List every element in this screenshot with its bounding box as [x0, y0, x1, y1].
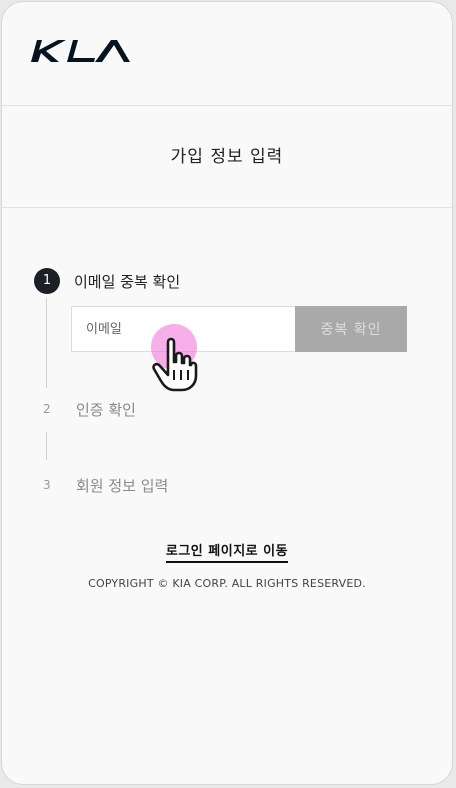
step-1-indicator: 1	[34, 268, 60, 294]
kia-logo[interactable]	[29, 38, 141, 64]
header	[2, 2, 452, 106]
pointer-hand-icon	[152, 337, 198, 392]
login-page-link-wrap: 로그인 페이지로 이동	[2, 540, 452, 563]
page-title: 가입 정보 입력	[170, 147, 284, 167]
step-3-number: 3	[43, 478, 51, 492]
step-1-label: 이메일 중복 확인	[74, 273, 181, 291]
step-connector-line	[46, 298, 47, 388]
page-title-bar: 가입 정보 입력	[2, 106, 452, 208]
copyright-text: COPYRIGHT © KIA CORP. ALL RIGHTS RESERVE…	[88, 577, 366, 590]
login-page-link[interactable]: 로그인 페이지로 이동	[165, 544, 289, 563]
step-2-label: 인증 확인	[76, 401, 136, 419]
step-2-number: 2	[43, 402, 51, 416]
app-frame: 가입 정보 입력 1 이메일 중복 확인 중복 확인 2 인증 확인 3 회원 …	[1, 1, 453, 785]
step-3-label: 회원 정보 입력	[76, 477, 169, 495]
duplicate-check-button[interactable]: 중복 확인	[295, 306, 407, 352]
step-connector-line	[46, 432, 47, 460]
